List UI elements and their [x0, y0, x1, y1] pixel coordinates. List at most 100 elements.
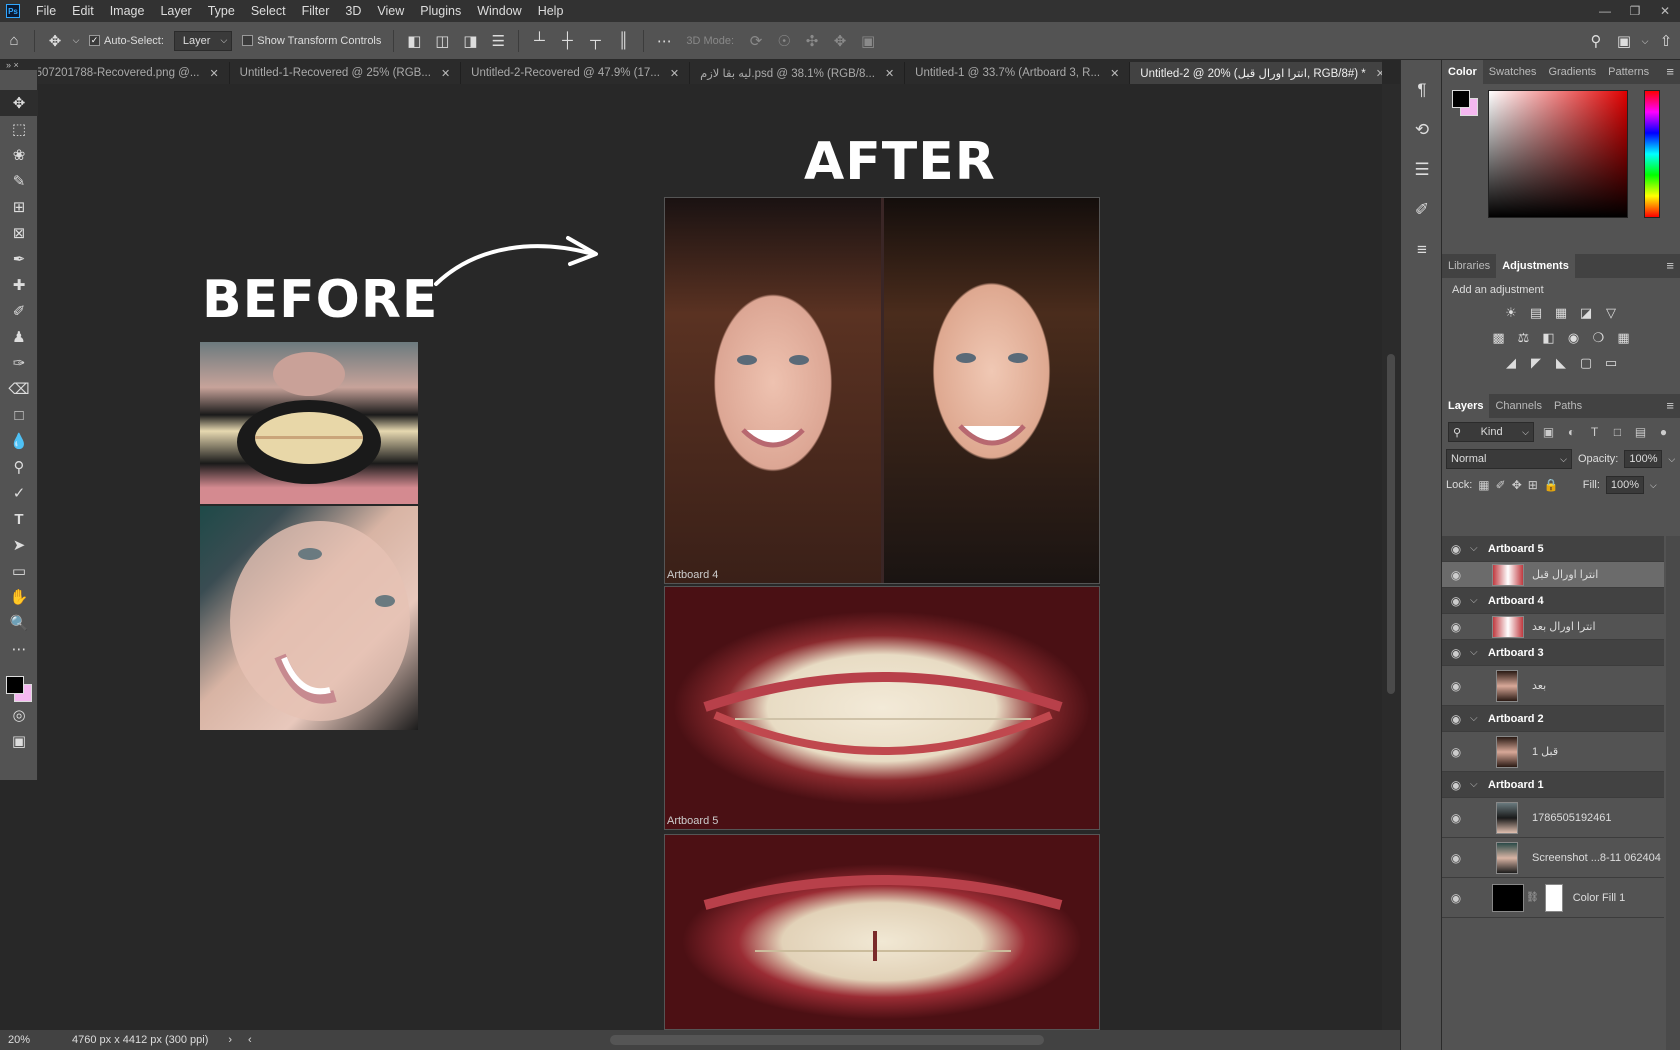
history-brush-tool-icon[interactable]: ✑: [0, 350, 38, 376]
before-face-photo[interactable]: [200, 506, 418, 730]
quick-select-tool-icon[interactable]: ✎: [0, 168, 38, 194]
artboard-5[interactable]: Artboard 5: [664, 586, 1100, 830]
distribute-vertical-icon[interactable]: ║: [609, 22, 637, 60]
workspace-icon[interactable]: ▣: [1610, 22, 1638, 60]
visibility-eye-icon[interactable]: ◉: [1442, 745, 1470, 759]
menu-view[interactable]: View: [369, 0, 412, 22]
layer-row[interactable]: ◉ 1786505192461: [1442, 798, 1664, 838]
visibility-eye-icon[interactable]: ◉: [1442, 811, 1470, 825]
chevron-down-icon[interactable]: ⌵: [1650, 480, 1657, 491]
visibility-eye-icon[interactable]: ◉: [1442, 679, 1470, 693]
hue-saturation-icon[interactable]: ▩: [1490, 329, 1507, 346]
selective-color-icon[interactable]: ▢: [1578, 354, 1595, 371]
chevron-down-icon[interactable]: ⌵: [69, 22, 83, 60]
show-transform-checkbox[interactable]: Show Transform Controls: [242, 35, 381, 47]
type-layer-filter-icon[interactable]: T: [1586, 425, 1603, 439]
align-center-icon[interactable]: ◫: [428, 22, 456, 60]
after-portrait-photo[interactable]: [884, 198, 1099, 583]
lock-all-icon[interactable]: 🔒: [1544, 478, 1559, 492]
tab-libraries[interactable]: Libraries: [1442, 254, 1496, 278]
curves-icon[interactable]: ▦: [1553, 304, 1570, 321]
layer-group-artboard-1[interactable]: ◉ ⌵ Artboard 1: [1442, 772, 1664, 798]
menu-select[interactable]: Select: [243, 0, 294, 22]
close-icon[interactable]: ✕: [1376, 67, 1382, 80]
align-bottom-icon[interactable]: ┬: [581, 22, 609, 60]
pen-tool-icon[interactable]: ✓: [0, 480, 38, 506]
brightness-contrast-icon[interactable]: ☀: [1503, 304, 1520, 321]
align-top-icon[interactable]: ┴: [525, 22, 553, 60]
type-tool-icon[interactable]: T: [0, 506, 38, 532]
tab-adjustments[interactable]: Adjustments: [1496, 254, 1575, 278]
menu-type[interactable]: Type: [200, 0, 243, 22]
foreground-color-swatch[interactable]: [1452, 90, 1470, 108]
layer-kind-filter-dropdown[interactable]: ⚲ Kind ⌵: [1448, 422, 1534, 442]
visibility-eye-icon[interactable]: ◉: [1442, 851, 1470, 865]
close-icon[interactable]: ✕: [209, 67, 218, 80]
panel-menu-icon[interactable]: ≡: [1666, 254, 1674, 278]
menu-plugins[interactable]: Plugins: [412, 0, 469, 22]
move-tool-preset-icon[interactable]: ✥: [41, 22, 69, 60]
tab-document-3[interactable]: Untitled-2-Recovered @ 47.9% (17... ✕: [461, 62, 691, 84]
marquee-tool-icon[interactable]: ⬚: [0, 116, 38, 142]
close-icon[interactable]: ✕: [1110, 67, 1119, 80]
canvas-vertical-scrollbar[interactable]: [1382, 84, 1400, 1030]
layers-scrollbar[interactable]: [1666, 536, 1680, 1050]
distribute-icon[interactable]: ☰: [484, 22, 512, 60]
link-icon[interactable]: ⛓: [1526, 892, 1539, 903]
home-icon[interactable]: ⌂: [0, 22, 28, 60]
visibility-eye-icon[interactable]: ◉: [1442, 620, 1470, 634]
visibility-eye-icon[interactable]: ◉: [1442, 568, 1470, 582]
visibility-eye-icon[interactable]: ◉: [1442, 646, 1470, 660]
smart-object-filter-icon[interactable]: ▤: [1632, 425, 1649, 439]
path-select-tool-icon[interactable]: ➤: [0, 532, 38, 558]
layer-row[interactable]: ◉ ⛓ Color Fill 1: [1442, 878, 1664, 918]
more-options-icon[interactable]: ⋯: [650, 22, 678, 60]
hand-tool-icon[interactable]: ✋: [0, 584, 38, 610]
layer-group-artboard-4[interactable]: ◉ ⌵ Artboard 4: [1442, 588, 1664, 614]
chevron-down-icon[interactable]: ⌵: [1638, 22, 1652, 60]
chevron-down-icon[interactable]: ⌵: [1470, 713, 1488, 724]
visibility-eye-icon[interactable]: ◉: [1442, 542, 1470, 556]
threshold-icon[interactable]: ◣: [1553, 354, 1570, 371]
move-tool-icon[interactable]: ✥: [0, 90, 38, 116]
layer-row[interactable]: ◉ Screenshot ...8-11 062404: [1442, 838, 1664, 878]
menu-image[interactable]: Image: [102, 0, 153, 22]
filter-toggle-icon[interactable]: ●: [1655, 425, 1672, 439]
scroll-left-icon[interactable]: ‹: [248, 1034, 252, 1046]
menu-window[interactable]: Window: [469, 0, 529, 22]
menu-filter[interactable]: Filter: [294, 0, 338, 22]
menu-help[interactable]: Help: [530, 0, 572, 22]
photo-filter-icon[interactable]: ◉: [1565, 329, 1582, 346]
layer-group-artboard-5[interactable]: ◉ ⌵ Artboard 5: [1442, 536, 1664, 562]
teeth-before-artboard[interactable]: [664, 834, 1100, 1030]
tab-paths[interactable]: Paths: [1548, 394, 1588, 418]
tab-swatches[interactable]: Swatches: [1483, 60, 1543, 84]
screen-mode-icon[interactable]: ▣: [0, 728, 38, 754]
shape-layer-filter-icon[interactable]: □: [1609, 425, 1626, 439]
search-icon[interactable]: ⚲: [1582, 22, 1610, 60]
crop-tool-icon[interactable]: ⊞: [0, 194, 38, 220]
close-icon[interactable]: ✕: [1650, 0, 1680, 22]
visibility-eye-icon[interactable]: ◉: [1442, 891, 1470, 905]
document-canvas[interactable]: BEFORE AFTER Artboard 4 Artboard 5: [38, 84, 1382, 1030]
visibility-eye-icon[interactable]: ◉: [1442, 594, 1470, 608]
close-icon[interactable]: ✕: [885, 67, 894, 80]
tab-document-active[interactable]: Untitled-2 @ 20% (انترا اورال قبل, RGB/8…: [1130, 62, 1382, 84]
quick-mask-icon[interactable]: ◎: [0, 702, 38, 728]
chevron-down-icon[interactable]: ⌵: [1470, 595, 1488, 606]
zoom-level-input[interactable]: 20%: [0, 1034, 40, 1046]
blur-tool-icon[interactable]: 💧: [0, 428, 38, 454]
layer-row[interactable]: ◉ قبل 1: [1442, 732, 1664, 772]
3d-roll-icon[interactable]: ☉: [770, 22, 798, 60]
before-intraoral-photo[interactable]: [200, 342, 418, 504]
panel-menu-icon[interactable]: ≡: [1666, 394, 1674, 418]
exposure-icon[interactable]: ◪: [1578, 304, 1595, 321]
levels-icon[interactable]: ▤: [1528, 304, 1545, 321]
tab-document-5[interactable]: Untitled-1 @ 33.7% (Artboard 3, R... ✕: [905, 62, 1131, 84]
menu-edit[interactable]: Edit: [64, 0, 102, 22]
tab-document-2[interactable]: Untitled-1-Recovered @ 25% (RGB... ✕: [229, 62, 462, 84]
tab-layers[interactable]: Layers: [1442, 394, 1490, 418]
chevron-right-icon[interactable]: ›: [228, 1034, 232, 1046]
chevron-down-icon[interactable]: ⌵: [1470, 543, 1488, 554]
restore-icon[interactable]: ❐: [1620, 0, 1650, 22]
